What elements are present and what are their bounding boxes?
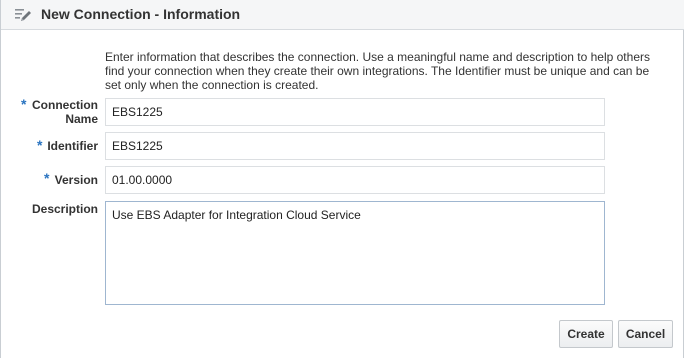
create-button[interactable]: Create xyxy=(559,320,613,348)
connection-name-label: Connection Name xyxy=(21,98,98,126)
dialog-title: New Connection - Information xyxy=(41,6,241,22)
version-label: Version xyxy=(54,173,98,187)
intro-text: Enter information that describes the con… xyxy=(105,50,650,92)
description-label: Description xyxy=(31,202,98,216)
connection-name-label-line1: Connection xyxy=(32,98,98,112)
description-textarea[interactable]: Use EBS Adapter for Integration Cloud Se… xyxy=(105,201,605,305)
edit-pencil-icon xyxy=(14,7,32,23)
cancel-button[interactable]: Cancel xyxy=(618,320,673,348)
identifier-label: Identifier xyxy=(47,139,98,153)
version-input[interactable] xyxy=(105,166,605,194)
identifier-input[interactable] xyxy=(105,132,605,160)
connection-name-input[interactable] xyxy=(105,98,605,126)
dialog-header: New Connection - Information xyxy=(1,0,684,30)
connection-name-label-line2: Name xyxy=(65,112,98,126)
new-connection-dialog: New Connection - Information Enter infor… xyxy=(0,0,684,358)
